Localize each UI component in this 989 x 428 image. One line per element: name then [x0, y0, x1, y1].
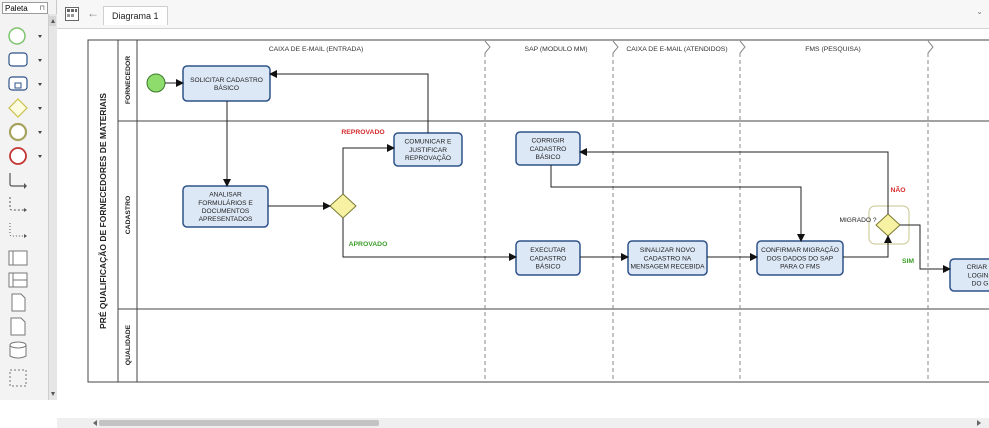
- palette-panel: Paleta ⊓: [0, 0, 57, 400]
- task-label: FORMULÁRIOS E: [198, 198, 253, 207]
- label-reprovado: REPROVADO: [341, 129, 384, 136]
- pin-icon[interactable]: ⊓: [40, 3, 45, 15]
- task-label: SINALIZAR NOVO: [640, 247, 695, 254]
- task-label: CADASTRO: [530, 146, 567, 153]
- task-label: BÁSICO: [214, 83, 239, 92]
- dotted-connector-icon: [9, 223, 27, 238]
- task-label: DOS DADOS DO SAP: [767, 255, 834, 262]
- task-label: BÁSICO: [536, 152, 561, 161]
- group-tool[interactable]: [8, 368, 48, 388]
- task-executar-cadastro: EXECUTARCADASTROBÁSICO: [515, 240, 581, 276]
- start-event: [146, 73, 166, 93]
- palette-header: Paleta ⊓: [2, 2, 48, 14]
- annotation-tool[interactable]: [8, 316, 48, 336]
- bpmn-diagram: PRÉ QUALIFICAÇÃO DE FORNECEDORES DE MATE…: [87, 39, 989, 383]
- phase-label: SAP (MODULO MM): [525, 46, 588, 53]
- lane-icon: [8, 272, 28, 288]
- circle-red-icon: [9, 147, 42, 165]
- data-store-tool[interactable]: [8, 340, 48, 360]
- chevron-down-icon[interactable]: ⌄: [976, 7, 983, 16]
- back-arrow-icon[interactable]: ←: [87, 6, 99, 20]
- task-label: CRIAR E: [967, 264, 989, 271]
- horizontal-scrollbar[interactable]: [57, 418, 989, 428]
- task-criar-login: CRIAR ELOGIN IDO G: [949, 258, 989, 292]
- lane-label: CADASTRO: [125, 196, 132, 235]
- phase-label: FMS (PESQUISA): [805, 46, 861, 53]
- pool-tool[interactable]: [8, 248, 48, 268]
- intermediate-event-tool[interactable]: [8, 122, 48, 142]
- connector-icon: [9, 173, 27, 189]
- label-migrado: MIGRADO ?: [839, 217, 876, 224]
- diagram-canvas[interactable]: PRÉ QUALIFICAÇÃO DE FORNECEDORES DE MATE…: [57, 29, 989, 428]
- rounded-rect-icon: [8, 52, 42, 67]
- task-label: BÁSICO: [536, 261, 561, 270]
- message-flow-tool[interactable]: [8, 196, 48, 216]
- label-aprovado: APROVADO: [349, 241, 388, 248]
- rect-plus-icon: [8, 76, 42, 91]
- task-label: MENSAGEM RECEBIDA: [630, 263, 705, 270]
- task-label: JUSTIFICAR: [409, 147, 447, 154]
- association-tool[interactable]: [8, 222, 48, 242]
- task-comunicar-reprovacao: COMUNICAR EJUSTIFICARREPROVAÇÃO: [393, 132, 463, 167]
- task-confirmar-migracao: CONFIRMAR MIGRAÇÃODOS DADOS DO SAPPARA O…: [756, 240, 844, 276]
- label-nao: NÃO: [890, 185, 905, 194]
- task-analisar-formularios: ANALISARFORMULÁRIOS EDOCUMENTOSAPRESENTA…: [182, 185, 269, 228]
- task-label: APRESENTADOS: [199, 216, 253, 223]
- end-event-tool[interactable]: [8, 146, 48, 166]
- start-event-tool[interactable]: [8, 26, 48, 46]
- sequence-flow-tool[interactable]: [8, 172, 48, 192]
- phase-label: CAIXA DE E-MAIL (ENTRADA): [269, 46, 364, 53]
- document-icon: [11, 293, 26, 312]
- tab-diagrama-1[interactable]: Diagrama 1: [103, 6, 168, 25]
- data-object-tool[interactable]: [8, 292, 48, 312]
- phase-label: CAIXA DE E-MAIL (ATENDIDOS): [626, 46, 727, 53]
- lane-label: QUALIDADE: [125, 324, 132, 365]
- task-label: CADASTRO NA: [644, 255, 692, 262]
- task-sinalizar-novo: SINALIZAR NOVOCADASTRO NAMENSAGEM RECEBI…: [627, 240, 708, 276]
- task-label: EXECUTAR: [530, 247, 566, 254]
- circle-green-icon: [8, 27, 42, 45]
- task-label: CADASTRO: [530, 255, 567, 262]
- task-label: COMUNICAR E: [405, 139, 452, 146]
- pool-title: PRÉ QUALIFICAÇÃO DE FORNECEDORES DE MATE…: [98, 93, 108, 329]
- pool-icon: [8, 250, 28, 266]
- task-label: ANALISAR: [209, 192, 242, 199]
- palette-scrollbar[interactable]: [48, 14, 57, 400]
- task-corrigir-cadastro: CORRIGIRCADASTROBÁSICO: [515, 131, 581, 166]
- diamond-icon: [8, 98, 42, 118]
- label-sim: SIM: [902, 258, 914, 265]
- task-label: LOGIN I: [968, 272, 989, 279]
- circle-double-icon: [8, 122, 42, 142]
- diagram-toolbar: ← Diagrama 1 ⌄: [57, 0, 989, 29]
- lane-label: FORNECEDOR: [125, 56, 132, 104]
- dashed-rect-icon: [9, 369, 27, 387]
- task-label: CONFIRMAR MIGRAÇÃO: [761, 245, 839, 254]
- grid-icon[interactable]: [65, 7, 79, 21]
- subprocess-tool[interactable]: [8, 74, 48, 94]
- task-label: DOCUMENTOS: [202, 208, 250, 215]
- task-tool[interactable]: [8, 50, 48, 70]
- palette-title: Paleta: [5, 4, 28, 13]
- tab-label: Diagrama 1: [112, 11, 159, 21]
- lane-tool[interactable]: [8, 270, 48, 290]
- task-label: PARA O FMS: [780, 263, 820, 270]
- task-solicitar-cadastro: SOLICITAR CADASTROBÁSICO: [182, 65, 271, 102]
- dashed-connector-icon: [9, 197, 27, 212]
- gateway-tool[interactable]: [8, 98, 48, 118]
- task-label: CORRIGIR: [532, 138, 565, 145]
- palette-scroll-arrows: [49, 16, 56, 396]
- page-icon: [10, 317, 26, 336]
- task-label: SOLICITAR CADASTRO: [190, 77, 263, 84]
- task-label: DO G: [972, 280, 989, 287]
- cylinder-icon: [9, 341, 27, 359]
- task-label: REPROVAÇÃO: [405, 153, 451, 162]
